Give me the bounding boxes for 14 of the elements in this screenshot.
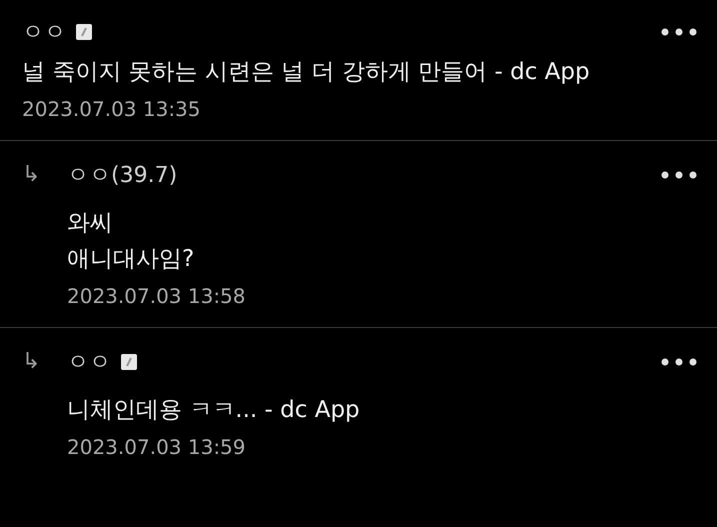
- author-name: ㅇㅇ(39.7): [67, 162, 178, 190]
- comment-text: 와씨 애니대사임?: [67, 209, 196, 274]
- author-name: ㅇㅇ: [67, 348, 111, 376]
- comment-text: 널 죽이지 못하는 시련은 널 더 강하게 만들어 - dc App: [22, 58, 591, 87]
- more-options-icon[interactable]: [661, 171, 697, 179]
- reply-arrow: ↳: [22, 348, 42, 376]
- more-options-icon[interactable]: [661, 28, 697, 36]
- comment-date: 2023.07.03 13:58: [67, 283, 247, 310]
- comment-text: 니체인데용 ㅋㅋ... - dc App: [67, 396, 361, 425]
- more-options-icon[interactable]: [661, 358, 697, 366]
- comment-date: 2023.07.03 13:59: [67, 434, 247, 461]
- author-name: ㅇㅇ: [22, 18, 66, 46]
- comment-date: 2023.07.03 13:35: [22, 96, 202, 123]
- reply-arrow: ↳: [22, 161, 42, 189]
